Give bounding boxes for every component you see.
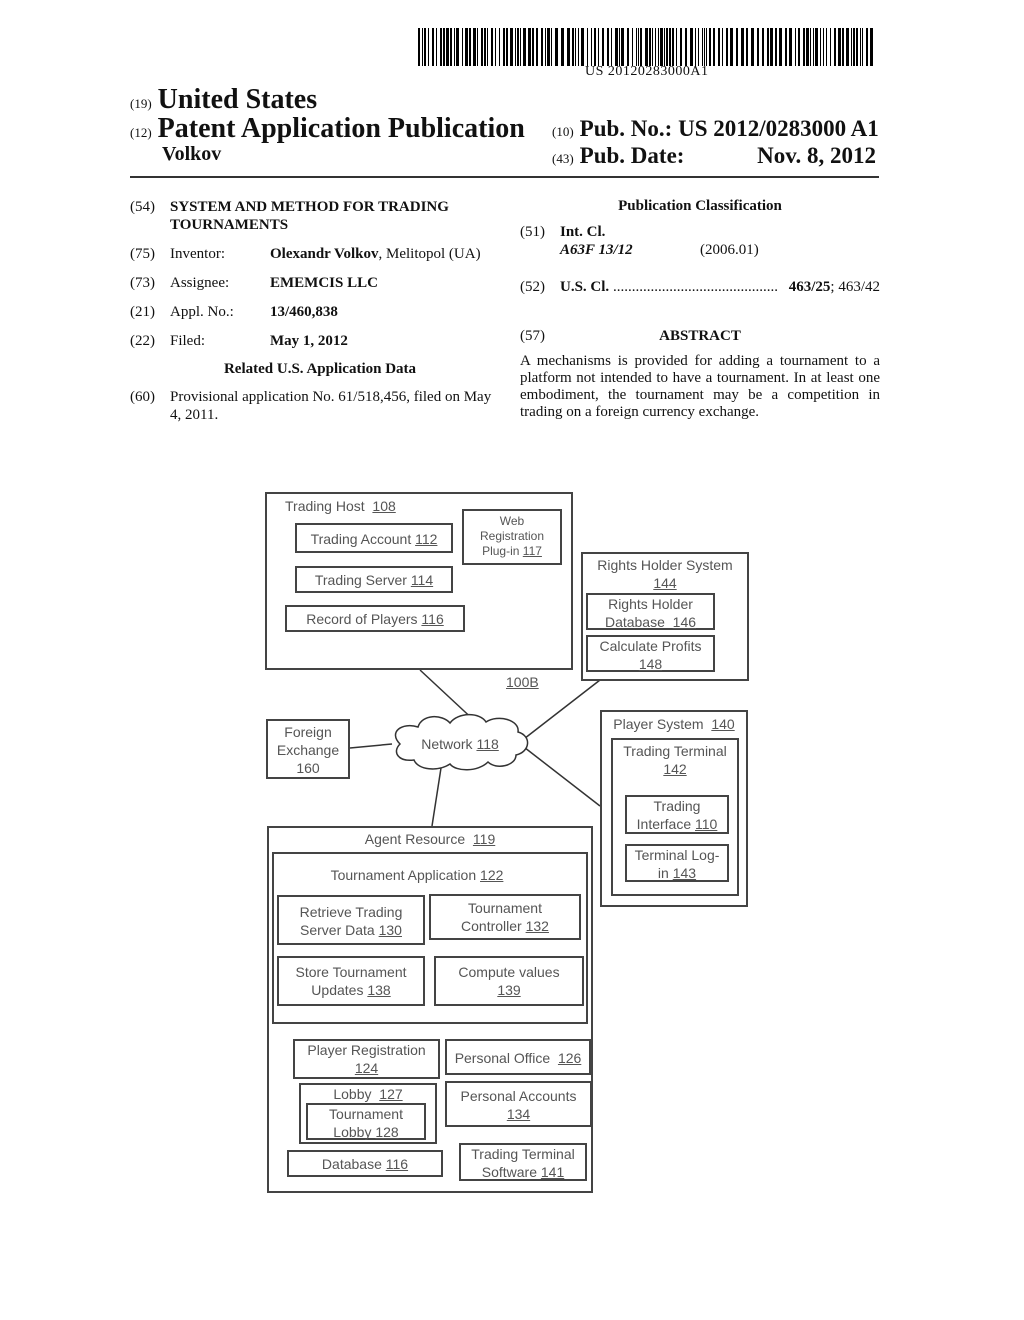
terminal-login-ref: 143 (672, 865, 697, 881)
calculate-profits-ref: 148 (638, 656, 663, 672)
trading-server-name: Trading Server (314, 572, 407, 588)
retrieve-trading-box: Retrieve Trading Server Data 130 (277, 895, 425, 945)
player-registration-ref: 124 (354, 1060, 379, 1076)
record-of-players-name: Record of Players (306, 611, 418, 627)
lobby-label: Lobby 127 (299, 1085, 437, 1103)
tournament-lobby-ref: 128 (375, 1124, 399, 1140)
line-network-player (519, 743, 601, 807)
player-system-name: Player System (613, 716, 704, 732)
foreign-exchange-box: Foreign Exchange 160 (266, 719, 350, 779)
trading-interface-line-1: Trading (653, 798, 701, 814)
trading-host-label: Trading Host 108 (285, 497, 396, 515)
store-updates-box: Store Tournament Updates 138 (277, 956, 425, 1006)
trading-interface-line-2: Interface (636, 816, 692, 832)
foreign-exchange-ref: 160 (296, 760, 320, 776)
retrieve-trading-line-2: Server Data (300, 922, 375, 938)
web-registration-box: Web Registration Plug-in 117 (462, 509, 562, 565)
calculate-profits-name: Calculate Profits (599, 638, 702, 654)
foreign-exchange-line-1: Foreign (284, 724, 332, 740)
store-updates-line-1: Store Tournament (295, 964, 407, 980)
tournament-application-name: Tournament Application (330, 867, 477, 883)
record-of-players-box: Record of Players 116 (285, 605, 465, 632)
retrieve-trading-ref: 130 (378, 922, 402, 938)
calculate-profits-box: Calculate Profits 148 (586, 635, 715, 672)
agent-resource-label: Agent Resource 119 (267, 830, 593, 848)
personal-office-ref: 126 (557, 1050, 582, 1066)
network-label: Network 118 (400, 735, 520, 753)
line-network-agent (431, 767, 442, 827)
lobby-name: Lobby (333, 1086, 372, 1102)
tournament-controller-ref: 132 (525, 918, 549, 934)
rights-holder-db-box: Rights Holder Database 146 (586, 593, 715, 630)
player-system-ref: 140 (711, 716, 735, 732)
trading-terminal-software-ref: 141 (540, 1164, 565, 1180)
trading-server-box: Trading Server 114 (295, 566, 453, 593)
rights-holder-db-ref: 146 (672, 614, 697, 630)
store-updates-ref: 138 (367, 982, 391, 998)
web-registration-ref: 117 (522, 544, 542, 558)
tournament-controller-line-2: Controller (461, 918, 522, 934)
trading-account-box: Trading Account 112 (295, 523, 453, 553)
trading-host-ref: 108 (372, 498, 396, 514)
tournament-application-label: Tournament Application 122 (272, 866, 562, 884)
compute-values-line-1: Compute values (458, 964, 560, 980)
trading-host-name: Trading Host (285, 498, 365, 514)
personal-accounts-box: Personal Accounts 134 (445, 1081, 592, 1127)
tournament-lobby-line-1: Tournament (329, 1106, 403, 1122)
terminal-login-line-2: in (657, 865, 669, 881)
rights-holder-db-line-1: Rights Holder (608, 596, 693, 612)
agent-resource-ref: 119 (472, 831, 496, 847)
retrieve-trading-line-1: Retrieve Trading (299, 904, 403, 920)
database-name: Database (321, 1156, 382, 1172)
foreign-exchange-line-2: Exchange (276, 742, 340, 758)
database-box: Database 116 (287, 1150, 443, 1177)
tournament-controller-line-1: Tournament (468, 900, 542, 916)
rights-holder-system-label: Rights Holder System 144 (581, 556, 749, 592)
record-of-players-ref: 116 (421, 611, 444, 627)
personal-office-box: Personal Office 126 (445, 1039, 591, 1075)
web-registration-line-1: Web (499, 514, 525, 528)
trading-account-name: Trading Account (310, 531, 412, 547)
trading-terminal-software-line-2: Software (481, 1164, 537, 1180)
tournament-controller-box: Tournament Controller 132 (429, 894, 581, 940)
trading-terminal-ref: 142 (663, 761, 687, 777)
line-fx-network (349, 743, 393, 749)
personal-accounts-line-1: Personal Accounts (460, 1088, 577, 1104)
web-registration-line-3: Plug-in (482, 544, 520, 558)
terminal-login-line-1: Terminal Log- (634, 847, 720, 863)
tournament-lobby-box: Tournament Lobby 128 (306, 1103, 426, 1140)
terminal-login-box: Terminal Log- in 143 (625, 844, 729, 882)
lobby-ref: 127 (379, 1086, 403, 1102)
rights-holder-system-name: Rights Holder System (597, 557, 733, 573)
personal-accounts-ref: 134 (506, 1106, 531, 1122)
personal-office-name: Personal Office (454, 1050, 551, 1066)
trading-terminal-software-box: Trading Terminal Software 141 (459, 1143, 587, 1181)
compute-values-box: Compute values 139 (434, 956, 584, 1006)
agent-resource-name: Agent Resource (364, 831, 466, 847)
tournament-application-ref: 122 (480, 867, 504, 883)
rights-holder-db-line-2: Database (604, 614, 665, 630)
compute-values-ref: 139 (497, 982, 521, 998)
figure-ref: 100B (506, 674, 539, 690)
trading-account-ref: 112 (415, 531, 438, 547)
player-registration-line-1: Player Registration (307, 1042, 426, 1058)
tournament-lobby-line-2: Lobby (333, 1124, 372, 1140)
web-registration-line-2: Registration (479, 529, 545, 543)
network-ref: 118 (476, 736, 499, 752)
database-ref: 116 (385, 1156, 409, 1172)
player-registration-box: Player Registration 124 (293, 1039, 440, 1079)
rights-holder-system-ref: 144 (653, 575, 677, 591)
store-updates-line-2: Updates (311, 982, 364, 998)
trading-interface-ref: 110 (695, 816, 718, 832)
trading-server-ref: 114 (410, 572, 434, 588)
player-system-label: Player System 140 (600, 715, 748, 733)
trading-terminal-software-line-1: Trading Terminal (471, 1146, 575, 1162)
trading-interface-box: Trading Interface 110 (625, 795, 729, 834)
trading-terminal-name: Trading Terminal (623, 743, 727, 759)
network-name: Network (421, 736, 473, 752)
